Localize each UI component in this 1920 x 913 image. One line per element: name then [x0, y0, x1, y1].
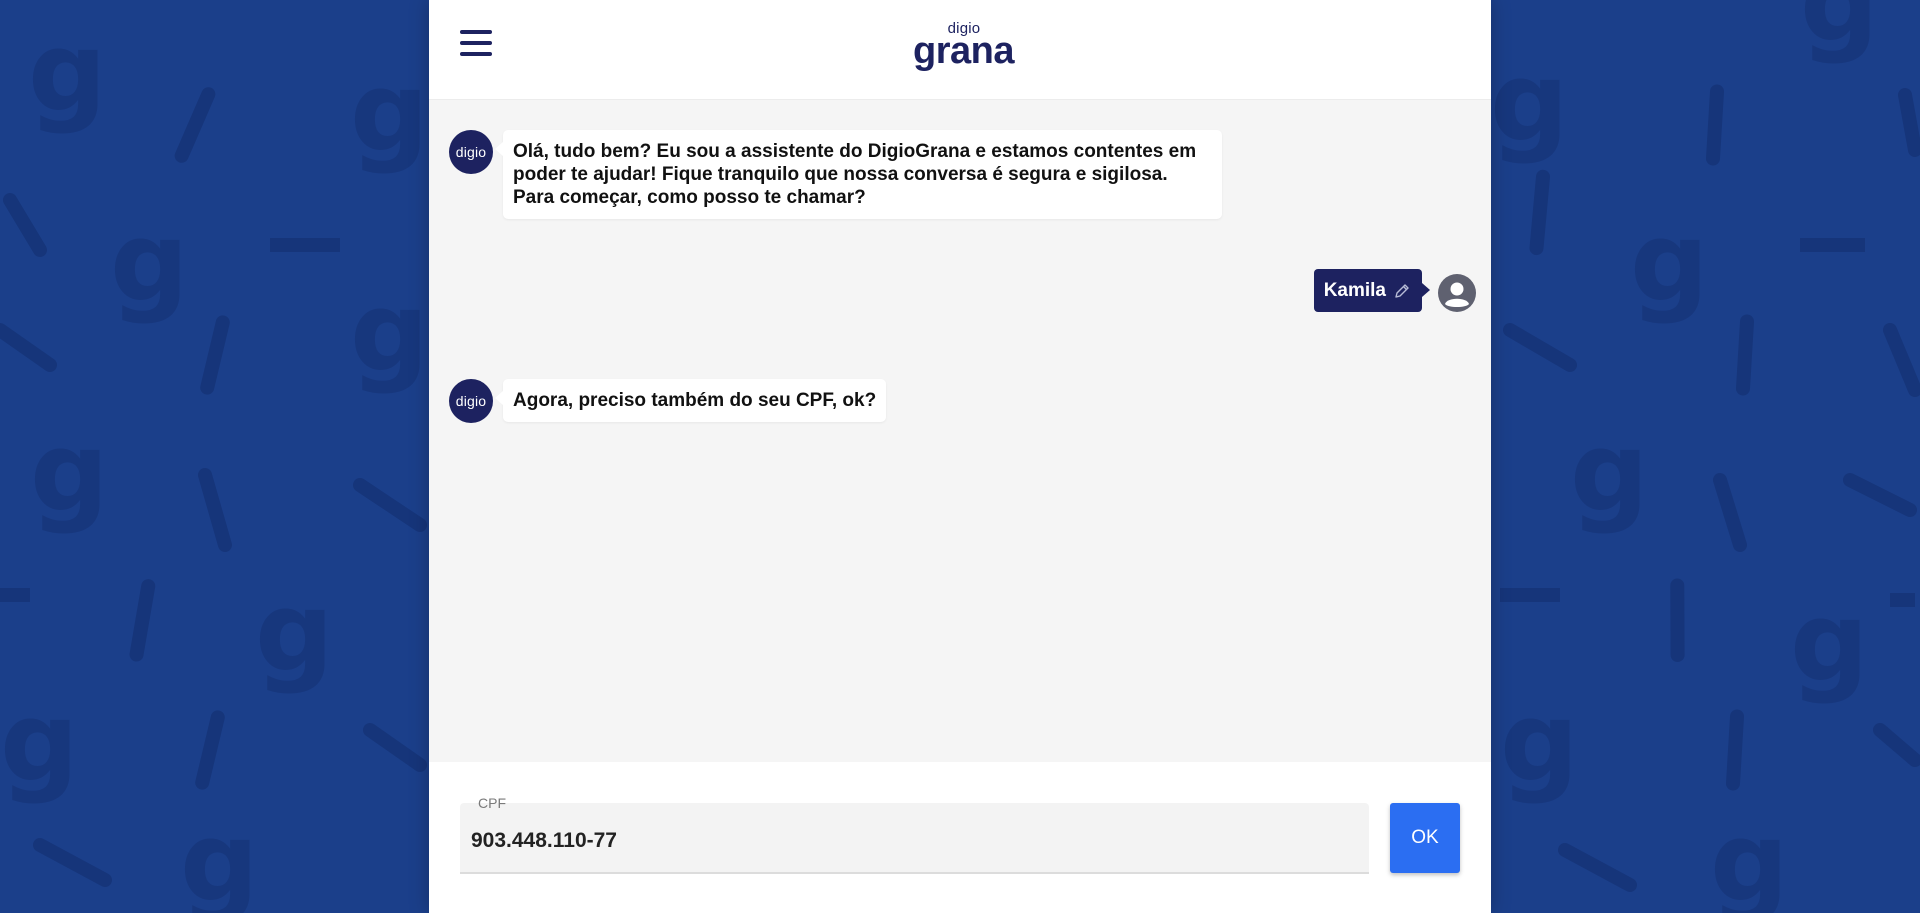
cpf-input[interactable] — [469, 823, 1353, 859]
svg-text:g: g — [1630, 198, 1709, 326]
svg-text:g: g — [1710, 798, 1789, 913]
input-area: CPF OK — [429, 762, 1491, 913]
svg-text:g: g — [1800, 0, 1879, 66]
edit-pencil-icon[interactable] — [1394, 283, 1410, 299]
brand-logo: digio grana — [913, 20, 1014, 76]
header-bar: digio grana — [429, 0, 1491, 100]
brand-logo-big: grana — [913, 30, 1014, 72]
ok-button[interactable]: OK — [1390, 803, 1460, 873]
bot-avatar: digio — [449, 379, 493, 423]
svg-text:g: g — [30, 408, 109, 536]
svg-text:g: g — [350, 268, 429, 396]
bot-message-bubble: Olá, tudo bem? Eu sou a assistente do Di… — [495, 130, 1222, 219]
user-avatar-icon — [1438, 274, 1476, 312]
svg-text:g: g — [110, 198, 189, 326]
svg-text:g: g — [0, 678, 79, 806]
svg-text:g: g — [28, 8, 107, 136]
user-message-text: Kamila — [1323, 280, 1386, 301]
chat-messages: digio Olá, tudo bem? Eu sou a assistente… — [429, 100, 1491, 760]
bot-avatar: digio — [449, 130, 493, 174]
chat-app-window: digio grana digio Olá, tudo bem? Eu sou … — [429, 0, 1491, 913]
cpf-field: CPF — [460, 795, 1369, 874]
svg-text:g: g — [350, 48, 429, 176]
svg-text:g: g — [1790, 578, 1869, 706]
user-message-bubble: Kamila — [1313, 269, 1431, 312]
svg-text:g: g — [1500, 678, 1579, 806]
svg-text:g: g — [180, 798, 259, 913]
svg-text:g: g — [1490, 38, 1569, 166]
svg-text:g: g — [255, 568, 334, 696]
bot-message-bubble: Agora, preciso também do seu CPF, ok? — [494, 379, 887, 422]
cpf-field-label: CPF — [478, 795, 506, 811]
svg-text:g: g — [1570, 408, 1649, 536]
menu-icon[interactable] — [460, 30, 492, 56]
